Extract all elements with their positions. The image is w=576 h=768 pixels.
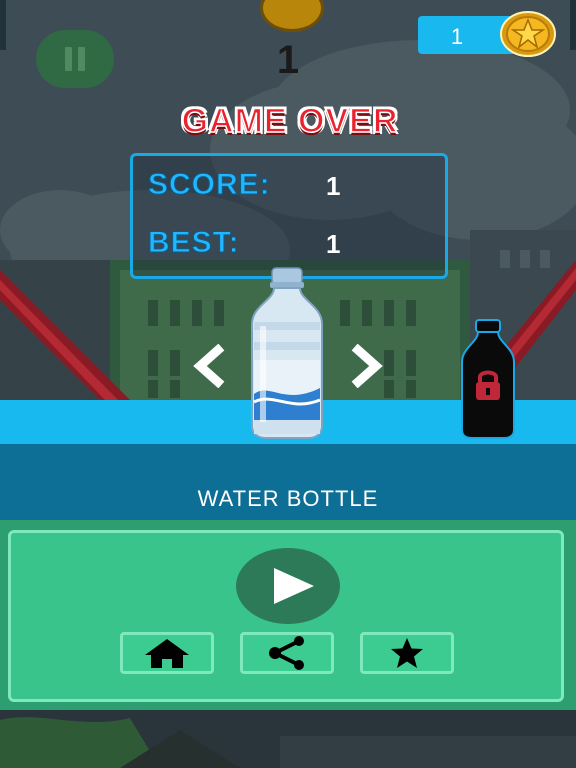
- coin-count: 1: [450, 24, 464, 49]
- home-icon: [145, 639, 189, 668]
- game-screen: 1 1 GAME OVER SCORE: 1 BEST: 1 WATER BOT…: [0, 0, 576, 768]
- rate-button[interactable]: [360, 632, 454, 674]
- water-bottle: [251, 267, 323, 439]
- share-button[interactable]: [240, 632, 334, 674]
- share-icon: [269, 636, 304, 670]
- score-value: 1: [326, 171, 341, 201]
- chevron-right-icon[interactable]: [348, 344, 388, 388]
- game-over-title: GAME OVER: [181, 101, 399, 141]
- pause-button[interactable]: [36, 30, 114, 88]
- play-button[interactable]: [236, 548, 340, 624]
- star-icon: [391, 638, 423, 668]
- star-coin-icon[interactable]: [500, 10, 556, 58]
- pause-icon: [65, 47, 72, 71]
- best-label: BEST:: [148, 226, 240, 260]
- lock-icon: [476, 370, 500, 400]
- best-value: 1: [326, 229, 341, 259]
- score-label: SCORE:: [148, 168, 271, 202]
- chevron-left-icon[interactable]: [188, 344, 228, 388]
- bottle-name: WATER BOTTLE: [197, 486, 379, 511]
- play-icon: [274, 568, 314, 604]
- current-score: 1: [276, 38, 300, 82]
- pause-icon-bar: [78, 47, 85, 71]
- home-button[interactable]: [120, 632, 214, 674]
- ground-scenery: [0, 710, 576, 768]
